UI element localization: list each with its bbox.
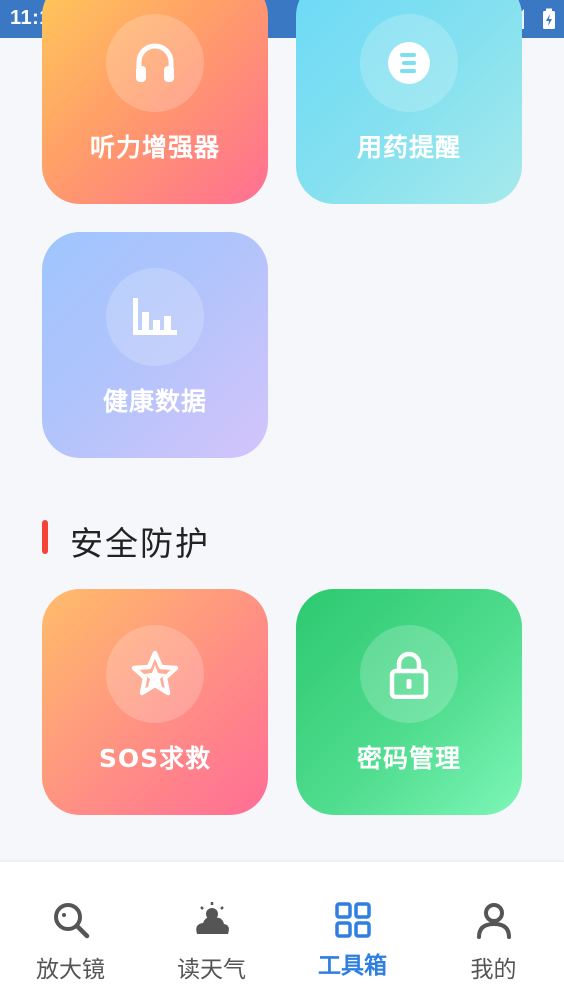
weather-icon: [195, 902, 229, 934]
pill-list-icon: [388, 42, 430, 84]
icon-circle: [106, 625, 204, 723]
card-label: 听力增强器: [89, 133, 220, 162]
nav-item-toolbox[interactable]: 工具箱: [282, 862, 423, 1002]
medicine-reminder-card[interactable]: 用药提醒: [296, 0, 522, 204]
section-title: 安全防护: [70, 524, 210, 563]
password-manager-card[interactable]: 密码管理: [296, 589, 522, 815]
battery-icon: [543, 8, 555, 29]
bar-chart-icon: [133, 298, 177, 335]
sos-card[interactable]: SOS求救: [42, 589, 268, 815]
nav-label: 读天气: [177, 957, 246, 983]
bottom-navigation: 放大镜 读天气 工具箱 我的: [0, 862, 564, 1002]
nav-item-weather[interactable]: 读天气: [141, 862, 282, 1002]
star-icon: [131, 650, 179, 696]
card-label: SOS求救: [98, 744, 212, 773]
nav-label: 放大镜: [36, 957, 105, 983]
nav-label: 我的: [470, 957, 517, 983]
magnifier-icon: [53, 903, 89, 939]
nav-item-magnifier[interactable]: 放大镜: [0, 862, 141, 1002]
card-label: 用药提醒: [356, 133, 461, 162]
nav-label: 工具箱: [318, 953, 387, 979]
card-label: 健康数据: [102, 387, 207, 416]
icon-circle: [360, 625, 458, 723]
icon-circle: [360, 14, 458, 112]
hearing-enhancer-card[interactable]: 听力增强器: [42, 0, 268, 204]
card-label: 密码管理: [356, 744, 461, 773]
headphones-icon: [136, 43, 174, 82]
icon-circle: [106, 268, 204, 366]
icon-circle: [106, 14, 204, 112]
nav-item-profile[interactable]: 我的: [423, 862, 564, 1002]
health-data-card[interactable]: 健康数据: [42, 232, 268, 458]
section-accent-bar: [42, 520, 48, 554]
person-icon: [476, 903, 511, 939]
grid-icon: [334, 902, 371, 938]
lock-icon: [389, 651, 429, 699]
